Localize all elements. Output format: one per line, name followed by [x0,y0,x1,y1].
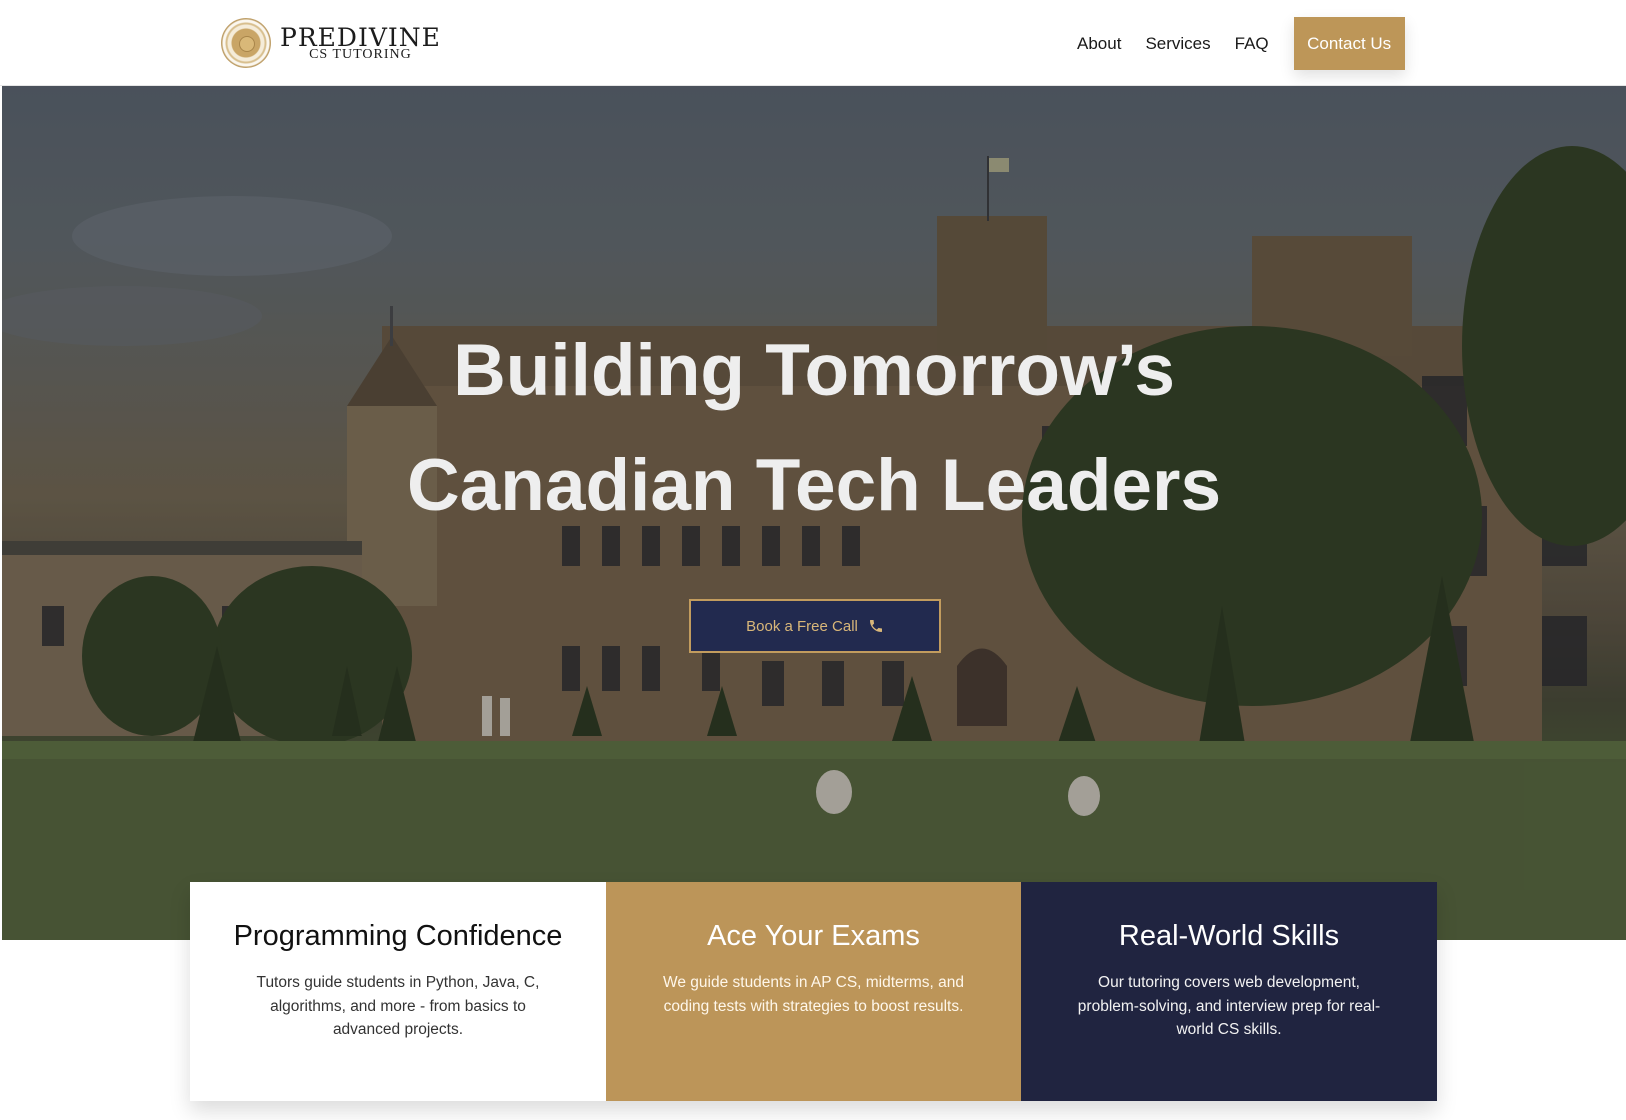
feature-cards: Programming Confidence Tutors guide stud… [190,882,1437,1101]
feature-card-text: We guide students in AP CS, midterms, an… [663,974,964,1015]
hero-title-line-1: Building Tomorrow’s [453,330,1175,411]
logo-text: PREDIVINE CS TUTORING [280,25,441,62]
hero-section: Building Tomorrow’s Canadian Tech Leader… [2,86,1626,940]
hero-title-line-2: Canadian Tech Leaders [406,445,1222,526]
feature-card-title: Ace Your Exams [707,920,920,952]
book-free-call-button[interactable]: Book a Free Call [689,599,941,653]
nav-link-faq[interactable]: FAQ [1235,34,1269,54]
feature-card-programming: Programming Confidence Tutors guide stud… [190,882,606,1101]
contact-us-button[interactable]: Contact Us [1293,17,1405,70]
feature-card-title: Real-World Skills [1118,920,1340,952]
feature-card-title: Programming Confidence [233,920,563,952]
feature-card-exams: Ace Your Exams We guide students in AP C… [606,882,1021,1101]
logo-seal-icon [221,18,271,68]
nav-link-services[interactable]: Services [1145,34,1210,54]
book-free-call-label: Book a Free Call [746,617,858,635]
nav-link-about[interactable]: About [1077,34,1121,54]
site-header: PREDIVINE CS TUTORING About Services FAQ… [0,0,1626,86]
logo[interactable]: PREDIVINE CS TUTORING [221,18,441,68]
phone-icon [869,620,882,632]
feature-card-skills: Real-World Skills Our tutoring covers we… [1021,882,1437,1101]
feature-card-text: Our tutoring covers web development, pro… [1077,974,1381,1038]
feature-card-text: Tutors guide students in Python, Java, C… [256,974,540,1038]
main-nav: About Services FAQ Contact Us [1077,17,1405,70]
brand-name: PREDIVINE [280,22,441,52]
